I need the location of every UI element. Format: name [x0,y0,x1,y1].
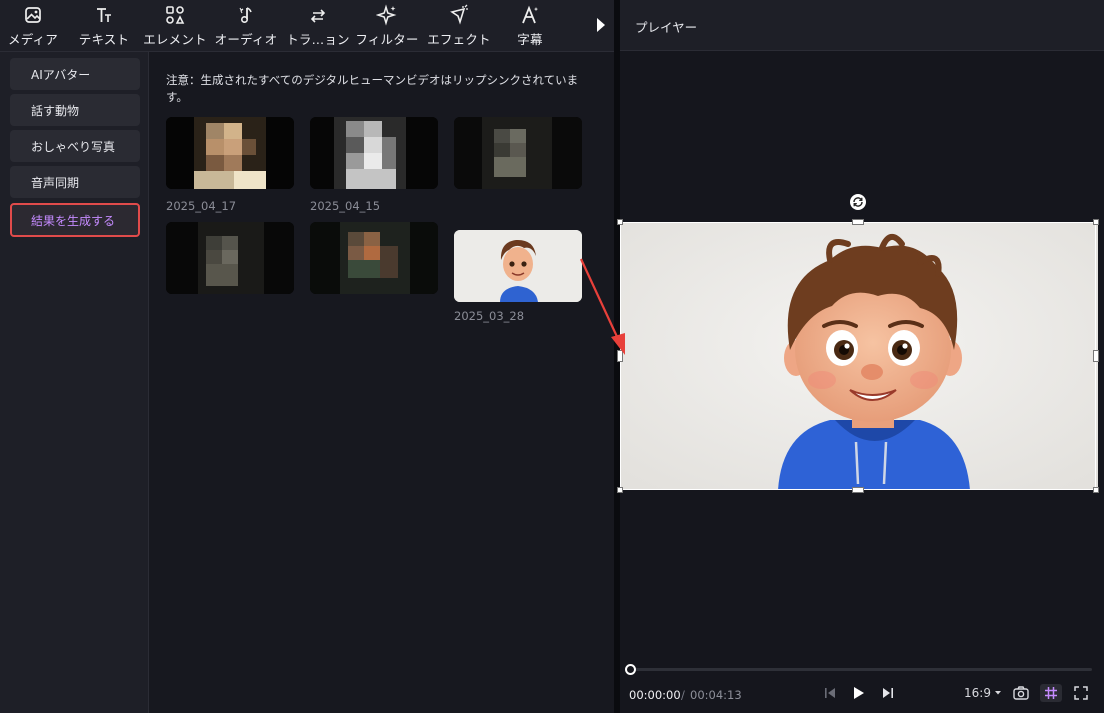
lip-sync-notice: 注意：生成されたすべてのデジタルヒューマンビデオはリップシンクされています。 [166,73,579,104]
result-thumbnail[interactable] [310,222,438,294]
blurred-preview [166,117,294,189]
transition-icon [310,9,326,23]
tab-transition[interactable]: トラ…ョン [284,4,352,48]
annotation-arrow [580,258,625,355]
sidebar-item-audio-sync[interactable]: 音声同期 [10,166,140,198]
text-icon [97,8,111,22]
play-button[interactable] [851,684,867,702]
cartoon-boy-thumbnail [454,230,582,302]
play-icon [854,687,864,699]
snapshot-button[interactable] [1012,684,1030,702]
tab-effect[interactable]: エフェクト [424,4,494,48]
preview-canvas[interactable] [620,222,1098,490]
time-separator: / [681,688,685,702]
tab-text[interactable]: テキスト [76,4,132,48]
thumbnail-date: 2025_03_28 [454,309,525,323]
sidebar-item-label: 話す動物 [31,103,80,118]
camera-icon [1013,686,1029,700]
tab-audio[interactable]: オーディオ [211,4,281,48]
result-thumbnail[interactable] [310,117,438,189]
fullscreen-button[interactable] [1072,684,1090,702]
element-icon [166,6,185,24]
total-time: 00:04:13 [690,688,742,702]
blurred-preview [310,117,438,189]
sidebar-item-label: 結果を生成する [31,213,116,228]
cartoon-boy-preview [620,222,1098,490]
player-title: プレイヤー [635,20,698,35]
sidebar-item-talking-photo[interactable]: おしゃべり写真 [10,130,140,162]
sidebar-item-label: 音声同期 [31,175,80,190]
sidebar-item-talking-animal[interactable]: 話す動物 [10,94,140,126]
subtitle-icon [522,5,539,24]
filter-icon [376,4,397,26]
player-panel: プレイヤー 00:00:00 / 00:04:13 16:9 [617,0,1104,713]
results-content: 注意：生成されたすべてのデジタルヒューマンビデオはリップシンクされています。 2… [150,52,614,713]
sidebar-item-label: おしゃべり写真 [31,139,116,154]
chevron-down-icon [994,691,1001,695]
prev-frame-button[interactable] [823,684,837,702]
tab-element[interactable]: エレメント [141,4,209,48]
editor-left-panel: メディア テキスト エレメント オーディオ トラ…ョン フィルター エフェクト [0,0,614,713]
rotate-handle[interactable] [849,193,867,211]
result-thumbnail[interactable] [166,222,294,294]
blurred-preview [454,117,582,189]
rotate-icon [850,194,866,210]
sidebar-item-label: AIアバター [31,67,91,82]
caret-right-icon [597,18,605,32]
result-thumbnail-selected[interactable] [454,230,582,302]
aspect-ratio-value: 16:9 [964,686,991,700]
next-frame-button[interactable] [881,684,895,702]
prev-frame-icon [825,688,835,698]
tab-filter[interactable]: フィルター [352,4,422,48]
current-time: 00:00:00 [629,688,681,702]
resize-handle-top-right[interactable] [1093,219,1099,225]
asset-toolbar: メディア テキスト エレメント オーディオ トラ…ョン フィルター エフェクト [0,0,614,52]
timeline-progress-track[interactable] [630,668,1092,671]
toolbar-more-button[interactable] [594,16,608,34]
sidebar-item-ai-avatar[interactable]: AIアバター [10,58,140,90]
aspect-ratio-dropdown[interactable]: 16:9 [964,686,1002,700]
player-header: プレイヤー [620,0,1104,51]
resize-handle-bottom-right[interactable] [1093,487,1099,493]
media-icon [25,7,41,23]
blurred-preview [310,222,438,294]
grid-icon [1045,687,1057,699]
blurred-preview [166,222,294,294]
timeline-playhead[interactable] [625,664,636,675]
resize-handle-top[interactable] [852,219,864,225]
tab-subtitle[interactable]: 字幕 [508,4,552,48]
result-thumbnail[interactable] [166,117,294,189]
category-sidebar: AIアバター 話す動物 おしゃべり写真 音声同期 結果を生成する [0,52,149,713]
resize-handle-bottom[interactable] [852,487,864,493]
sidebar-item-generated-results[interactable]: 結果を生成する [10,203,140,237]
audio-icon [239,7,252,24]
result-thumbnail[interactable] [454,117,582,189]
fullscreen-icon [1074,686,1088,700]
grid-toggle-button[interactable] [1040,684,1062,702]
thumbnail-date: 2025_04_17 [166,199,237,213]
resize-handle-top-left[interactable] [617,219,623,225]
thumbnail-date: 2025_04_15 [310,199,381,213]
tab-media[interactable]: メディア [6,4,60,48]
effect-icon [450,4,468,25]
next-frame-icon [883,688,893,698]
resize-handle-bottom-left[interactable] [617,487,623,493]
resize-handle-right[interactable] [1093,350,1099,362]
